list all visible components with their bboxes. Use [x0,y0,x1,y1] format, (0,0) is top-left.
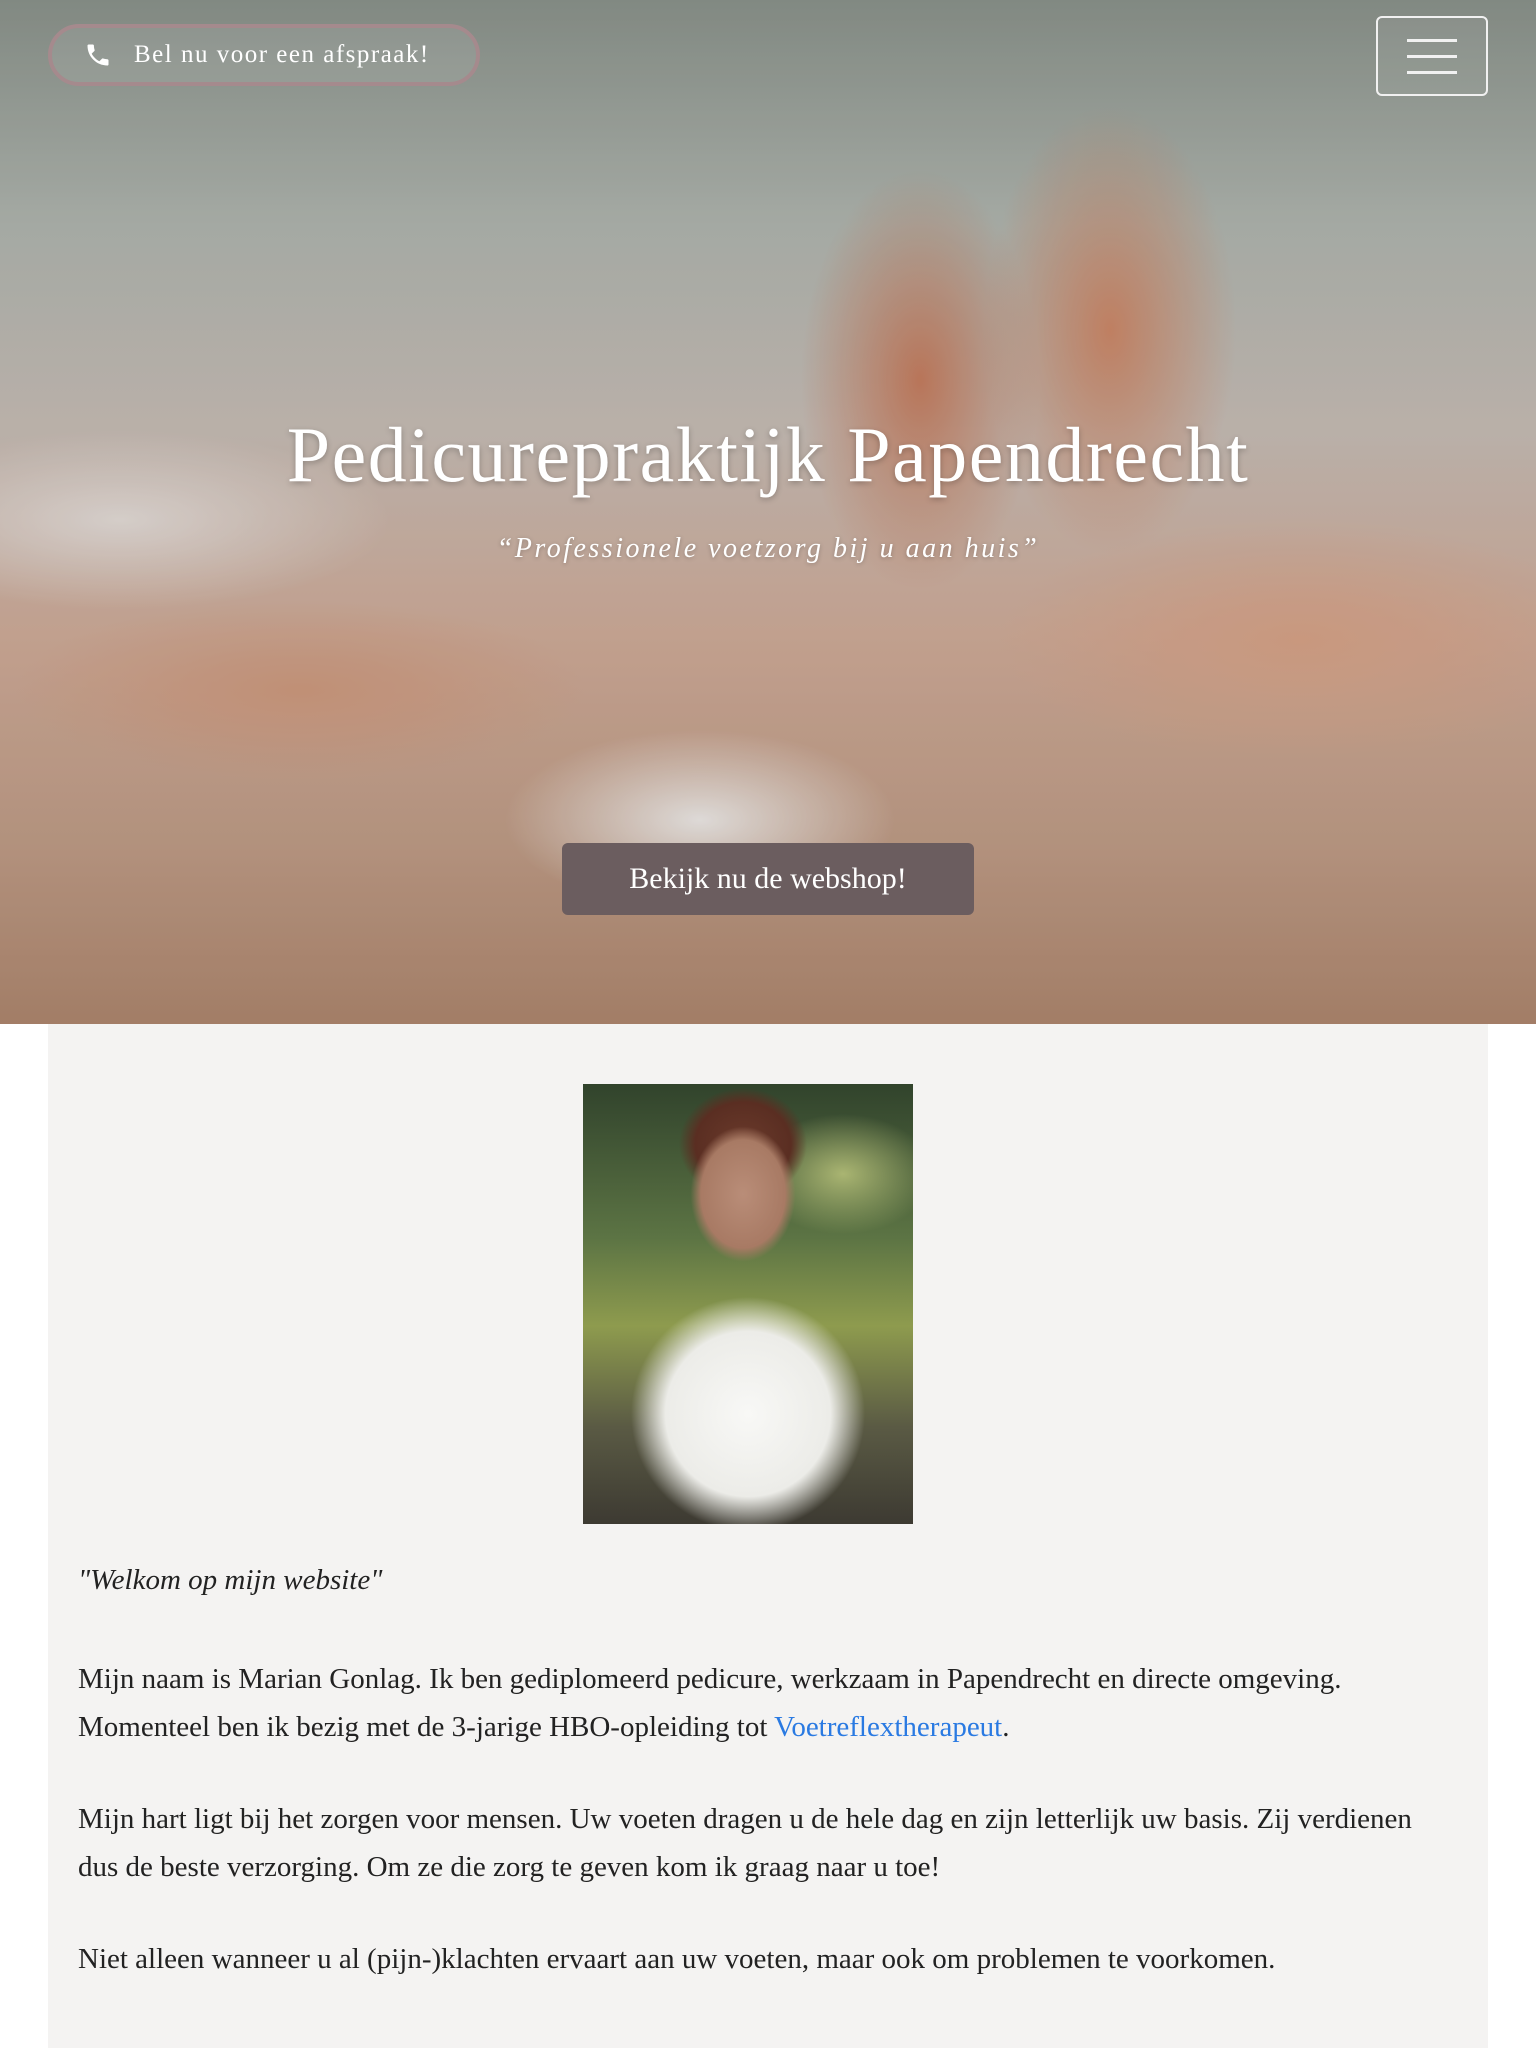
voetreflextherapeut-link[interactable]: Voetreflextherapeut [774,1711,1002,1743]
hamburger-menu-icon [1407,38,1457,42]
hamburger-menu-button[interactable] [1376,16,1488,96]
prevention-paragraph: Niet alleen wanneer u al (pijn-)klachten… [78,1943,1276,1975]
call-button-label: Bel nu voor een afspraak! [134,41,430,68]
intro-text: Mijn naam is Marian Gonlag. Ik ben gedip… [78,1663,1342,1743]
hamburger-menu-icon-line [1407,70,1457,74]
welcome-heading: "Welkom op mijn website" [78,1564,383,1596]
intro-paragraph: Mijn naam is Marian Gonlag. Ik ben gedip… [78,1656,1458,1752]
intro-end: . [1002,1710,1010,1743]
phone-icon [87,44,109,66]
webshop-button[interactable]: Bekijk nu de webshop! [562,843,974,915]
main-content: "Welkom op mijn website" Mijn naam is Ma… [48,1024,1488,2048]
hero-section: Bel nu voor een afspraak! Pedicureprakti… [0,0,1536,1024]
care-paragraph: Mijn hart ligt bij het zorgen voor mense… [78,1803,1412,1883]
hero-subtitle: “Professionele voetzorg bij u aan huis” [496,533,1040,564]
hamburger-menu-icon-line [1407,54,1457,58]
portrait-photo [583,1084,913,1524]
hero-title: Pedicurepraktijk Papendrecht [286,411,1250,498]
call-appointment-button[interactable]: Bel nu voor een afspraak! [48,24,480,86]
